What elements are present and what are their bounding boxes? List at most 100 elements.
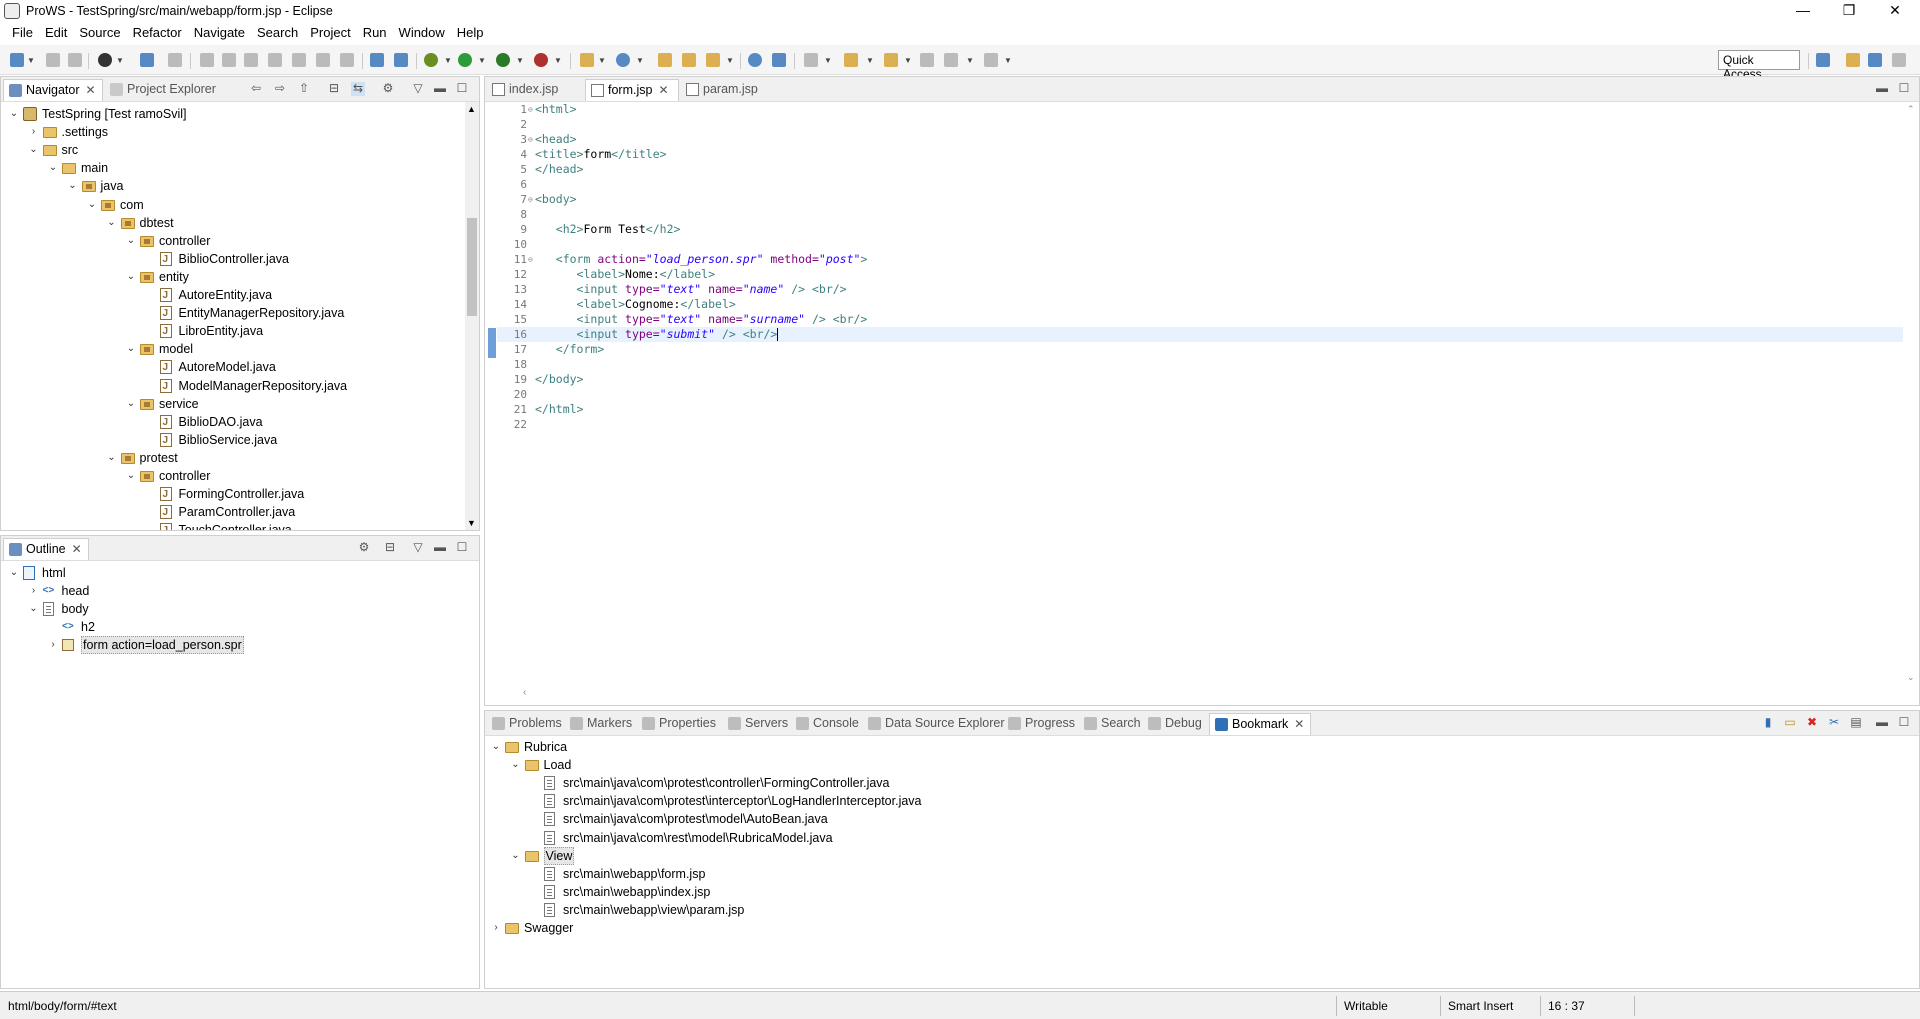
menu-edit[interactable]: Edit [39, 25, 73, 40]
navigator-tree-item[interactable]: ⌄ java [1, 177, 465, 195]
expanded-chevron-icon[interactable]: ⌄ [9, 105, 19, 123]
fold-toggle-icon[interactable]: ⊖ [528, 192, 533, 207]
minimize-view-icon[interactable]: ▬ [1875, 82, 1889, 96]
terminal-icon[interactable] [140, 53, 154, 67]
outline-tree-item[interactable]: ⌄ body [1, 600, 479, 618]
step-into-icon[interactable] [292, 53, 306, 67]
account-icon[interactable] [98, 53, 112, 67]
scroll-down-icon[interactable]: ▼ [467, 518, 476, 528]
editor-horizontal-scrollbar[interactable]: ‹ [523, 687, 1903, 701]
bookmark-tree-item[interactable]: src\main\webapp\form.jsp [485, 865, 1919, 883]
navigator-tree-item[interactable]: › .settings [1, 123, 465, 141]
editor-vertical-scrollbar[interactable]: ⌃ ⌄ [1905, 102, 1919, 685]
code-line[interactable]: 20 [497, 387, 1903, 402]
code-line[interactable]: 15 <input type="text" name="surname" /> … [497, 312, 1903, 327]
external-tools-icon[interactable] [534, 53, 548, 67]
navigator-tree-item[interactable]: ParamController.java [1, 503, 465, 522]
navigator-tree-item[interactable]: ModelManagerRepository.java [1, 377, 465, 396]
java-perspective-icon[interactable] [1868, 53, 1882, 67]
navigator-tree-item[interactable]: ⌄ controller [1, 232, 465, 250]
annotation-icon[interactable] [772, 53, 786, 67]
maximize-view-icon[interactable]: ☐ [1897, 82, 1911, 96]
code-area[interactable]: 1 ⊖ <html> 2 3 ⊖ <head> 4 <title>form</title> 5 </… [497, 102, 1919, 675]
debug-perspective-icon[interactable] [1892, 53, 1906, 67]
close-tab-icon[interactable]: ✕ [658, 83, 668, 97]
run-icon[interactable] [458, 53, 472, 67]
menu-run[interactable]: Run [357, 25, 393, 40]
maximize-view-icon[interactable]: ☐ [455, 541, 469, 555]
new-server-icon[interactable] [580, 53, 594, 67]
bookmark-tree-item[interactable]: src\main\webapp\index.jsp [485, 883, 1919, 901]
collapsed-chevron-icon[interactable]: › [491, 919, 501, 937]
minimize-view-icon[interactable]: ▬ [433, 82, 447, 96]
navigator-tree-item[interactable]: ⌄ main [1, 159, 465, 177]
code-line[interactable]: 7 ⊖ <body> [497, 192, 1903, 207]
expanded-chevron-icon[interactable]: ⌄ [29, 600, 39, 618]
code-line[interactable]: 9 <h2>Form Test</h2> [497, 222, 1903, 237]
navigator-tree-item[interactable]: AutoreEntity.java [1, 286, 465, 305]
bookmark-tree-item[interactable]: src\main\webapp\view\param.jsp [485, 901, 1919, 919]
delete-icon[interactable]: ✖ [1805, 716, 1819, 730]
previous-annotation-icon[interactable] [884, 53, 898, 67]
navigator-tree-item[interactable]: ⌄ TestSpring [Test ramoSvil] [1, 105, 465, 123]
open-type-icon[interactable] [658, 53, 672, 67]
scroll-down-icon[interactable]: ⌄ [1907, 672, 1915, 683]
code-line[interactable]: 13 <input type="text" name="name" /> <br… [497, 282, 1903, 297]
paste-icon[interactable]: ▤ [1849, 716, 1863, 730]
outline-tree-item[interactable]: › form action=load_person.spr [1, 636, 479, 655]
scroll-up-icon[interactable]: ▲ [467, 104, 476, 114]
outline-tree-item[interactable]: › <> head [1, 582, 479, 600]
view-menu-icon[interactable]: ▽ [411, 541, 425, 555]
tab-bookmark[interactable]: Bookmark ✕ [1209, 713, 1312, 735]
tab-servers[interactable]: Servers [723, 713, 794, 735]
open-perspective-icon[interactable] [1816, 53, 1830, 67]
navigator-tree-item[interactable]: ⌄ service [1, 395, 465, 413]
tab-problems[interactable]: Problems [487, 713, 568, 735]
forward-nav-icon[interactable]: ⇨ [273, 82, 287, 96]
java-ee-perspective-icon[interactable] [1846, 53, 1860, 67]
restore-button[interactable]: ❐ [1826, 0, 1872, 22]
open-folder-icon[interactable]: ▭ [1783, 716, 1797, 730]
collapse-all-icon[interactable]: ⊟ [327, 82, 341, 96]
scroll-left-icon[interactable]: ‹ [523, 687, 526, 698]
code-line[interactable]: 17 </form> [497, 342, 1903, 357]
tab-navigator[interactable]: Navigator ✕ [3, 79, 103, 101]
menu-file[interactable]: File [6, 25, 39, 40]
expanded-chevron-icon[interactable]: ⌄ [29, 141, 39, 159]
navigator-tree-item[interactable]: ⌄ com [1, 196, 465, 214]
maximize-view-icon[interactable]: ☐ [1897, 716, 1911, 730]
code-line[interactable]: 18 [497, 357, 1903, 372]
outline-tree-item[interactable]: <> h2 [1, 618, 479, 636]
code-line[interactable]: 6 [497, 177, 1903, 192]
tab-progress[interactable]: Progress [1003, 713, 1081, 735]
step-return-icon[interactable] [340, 53, 354, 67]
code-line[interactable]: 5 </head> [497, 162, 1903, 177]
tab-outline[interactable]: Outline ✕ [3, 538, 89, 560]
expanded-chevron-icon[interactable]: ⌄ [87, 196, 97, 214]
navigator-tree-item[interactable]: LibroEntity.java [1, 322, 465, 341]
tab-index-jsp[interactable]: index.jsp [487, 79, 583, 101]
outline-tree-item[interactable]: ⌄ html [1, 564, 479, 582]
scrollbar-thumb[interactable] [467, 218, 477, 316]
tab-debug[interactable]: Debug [1143, 713, 1208, 735]
expanded-chevron-icon[interactable]: ⌄ [511, 756, 521, 774]
navigator-tree-item[interactable]: ⌄ entity [1, 268, 465, 286]
menu-search[interactable]: Search [251, 25, 304, 40]
build-icon[interactable] [370, 53, 384, 67]
menu-help[interactable]: Help [451, 25, 490, 40]
resume-icon[interactable] [200, 53, 214, 67]
close-tab-icon[interactable]: ✕ [1294, 717, 1304, 731]
expanded-chevron-icon[interactable]: ⌄ [9, 564, 19, 582]
filter-icon[interactable]: ⚙ [381, 82, 395, 96]
navigator-tree-item[interactable]: FormingController.java [1, 485, 465, 504]
minimize-view-icon[interactable]: ▬ [433, 541, 447, 555]
code-line[interactable]: 2 [497, 117, 1903, 132]
navigator-tree-item[interactable]: TouchController.java [1, 521, 465, 530]
close-window-button[interactable]: ✕ [1872, 0, 1918, 22]
navigator-tree-item[interactable]: ⌄ model [1, 340, 465, 358]
next-annotation-icon[interactable] [844, 53, 858, 67]
expanded-chevron-icon[interactable]: ⌄ [126, 232, 136, 250]
bookmark-tree-item[interactable]: src\main\java\com\rest\model\RubricaMode… [485, 829, 1919, 847]
tab-project-explorer[interactable]: Project Explorer [105, 79, 222, 101]
bookmark-tree-item[interactable]: src\main\java\com\protest\model\AutoBean… [485, 810, 1919, 828]
